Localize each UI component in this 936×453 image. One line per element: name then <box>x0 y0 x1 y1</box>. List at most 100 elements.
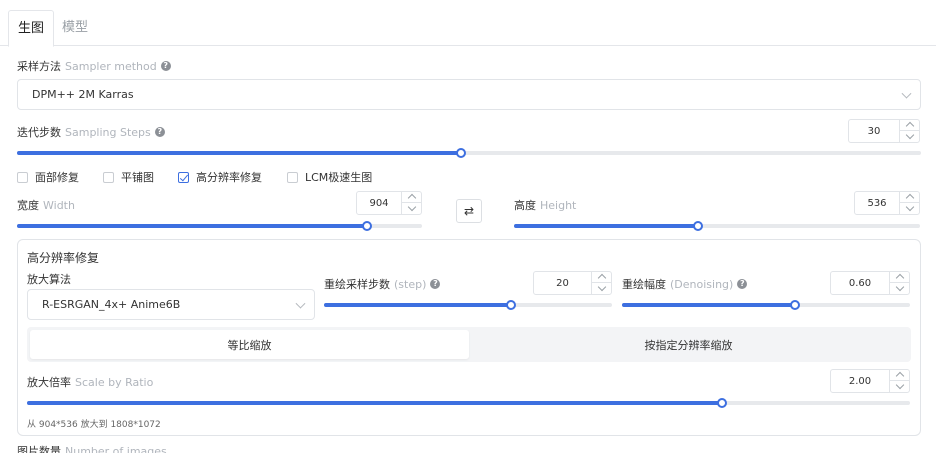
batch-label-zh: 图片数量 <box>17 445 61 453</box>
checkbox-label: 面部修复 <box>35 171 79 184</box>
sampler-select[interactable]: DPM++ 2M Karras <box>17 79 921 110</box>
scale-mode-toggle: 等比缩放 按指定分辨率缩放 <box>27 327 911 362</box>
denoising-label: 重绘幅度 (Denoising) ? <box>622 276 748 292</box>
slider-fill <box>17 151 461 155</box>
hires-steps-label-zh: 重绘采样步数 <box>324 278 390 291</box>
height-value: 536 <box>867 197 887 209</box>
checkbox-hires-fix[interactable]: 高分辨率修复 <box>178 169 262 185</box>
tab-bar: 生图 模型 <box>0 0 936 47</box>
width-value: 904 <box>369 197 389 209</box>
hires-steps-slider[interactable] <box>324 300 612 310</box>
denoising-value: 0.60 <box>848 277 872 289</box>
height-label-zh: 高度 <box>514 199 536 212</box>
chevron-down-icon <box>901 88 912 99</box>
scale-number-input[interactable]: 2.00 <box>830 369 910 393</box>
hires-steps-spinner <box>591 272 611 294</box>
slider-thumb[interactable] <box>716 398 727 408</box>
steps-label-en: Sampling Steps <box>65 125 151 139</box>
help-icon[interactable]: ? <box>430 279 441 289</box>
tab-scale-to-resolution[interactable]: 按指定分辨率缩放 <box>469 330 908 359</box>
upscaler-value: R-ESRGAN_4x+ Anime6B <box>42 298 181 311</box>
tab-model[interactable]: 模型 <box>53 10 97 46</box>
help-icon[interactable]: ? <box>154 127 165 137</box>
swap-arrows-icon: ⇄ <box>463 204 475 218</box>
hires-steps-value: 20 <box>556 277 569 289</box>
steps-slider[interactable] <box>17 148 921 158</box>
upscale-result-note: 从 904*536 放大到 1808*1072 <box>27 420 161 430</box>
steps-spinner <box>899 120 919 142</box>
chevron-down-icon <box>295 298 306 309</box>
spin-down-icon[interactable] <box>402 203 421 214</box>
checkbox-box[interactable] <box>17 171 28 183</box>
checkbox-label: LCM极速生图 <box>305 171 373 184</box>
height-slider[interactable] <box>514 221 920 231</box>
height-number-input[interactable]: 536 <box>854 191 920 215</box>
width-label: 宽度 Width <box>17 197 75 213</box>
hires-steps-label-en: (step) <box>394 277 427 291</box>
hires-title-text: 高分辨率修复 <box>27 251 100 265</box>
height-label: 高度 Height <box>514 197 576 213</box>
checkbox-label: 平铺图 <box>121 171 154 184</box>
scale-slider[interactable] <box>27 398 910 408</box>
steps-number-input[interactable]: 30 <box>848 119 920 143</box>
slider-fill <box>17 224 367 228</box>
height-spinner <box>899 192 919 214</box>
spin-down-icon[interactable] <box>592 283 611 294</box>
tab-scale-by-ratio[interactable]: 等比缩放 <box>30 330 469 359</box>
slider-thumb[interactable] <box>692 221 703 231</box>
checkbox-box[interactable] <box>287 171 298 183</box>
sampler-label-en: Sampler method <box>65 59 157 73</box>
upscaler-label: 放大算法 <box>27 271 71 287</box>
slider-thumb[interactable] <box>455 148 466 158</box>
spin-down-icon[interactable] <box>890 381 909 392</box>
checkbox-lcm[interactable]: LCM极速生图 <box>287 169 372 185</box>
denoising-slider[interactable] <box>622 300 910 310</box>
sampler-label: 采样方法 Sampler method ? <box>17 58 171 74</box>
scale-spinner <box>889 370 909 392</box>
width-number-input[interactable]: 904 <box>356 191 422 215</box>
scale-label: 放大倍率 Scale by Ratio <box>27 374 153 390</box>
slider-fill <box>27 401 722 405</box>
sampler-value: DPM++ 2M Karras <box>32 88 134 101</box>
steps-value: 30 <box>867 125 881 137</box>
denoising-number-input[interactable]: 0.60 <box>830 271 910 295</box>
width-label-zh: 宽度 <box>17 199 39 212</box>
batch-count-label: 图片数量 Number of images <box>17 443 167 453</box>
slider-thumb[interactable] <box>789 300 800 310</box>
slider-fill <box>622 303 795 307</box>
slider-fill <box>324 303 512 307</box>
upscaler-label-zh: 放大算法 <box>27 273 71 286</box>
slider-thumb[interactable] <box>361 221 372 231</box>
width-spinner <box>401 192 421 214</box>
help-icon[interactable]: ? <box>737 279 748 289</box>
hires-steps-number-input[interactable]: 20 <box>533 271 612 295</box>
swap-dimensions-button[interactable]: ⇄ <box>456 199 482 223</box>
denoising-label-zh: 重绘幅度 <box>622 278 666 291</box>
checkbox-box[interactable] <box>178 171 189 183</box>
spin-down-icon[interactable] <box>900 131 919 142</box>
checkbox-box[interactable] <box>103 171 114 183</box>
spin-down-icon[interactable] <box>890 283 909 294</box>
checkbox-face-restore[interactable]: 面部修复 <box>17 169 79 185</box>
checkbox-tiling[interactable]: 平铺图 <box>103 169 154 185</box>
spin-down-icon[interactable] <box>900 203 919 214</box>
upscaler-select[interactable]: R-ESRGAN_4x+ Anime6B <box>27 289 315 320</box>
scale-label-en: Scale by Ratio <box>75 375 154 389</box>
scale-label-zh: 放大倍率 <box>27 376 71 389</box>
width-label-en: Width <box>43 198 75 212</box>
steps-label-zh: 迭代步数 <box>17 126 61 139</box>
hires-panel-title: 高分辨率修复 <box>27 249 99 266</box>
sampler-label-zh: 采样方法 <box>17 60 61 73</box>
width-slider[interactable] <box>17 221 422 231</box>
denoising-label-en: (Denoising) <box>670 277 734 291</box>
denoising-spinner <box>889 272 909 294</box>
tab-generate[interactable]: 生图 <box>8 10 55 47</box>
height-label-en: Height <box>540 198 577 212</box>
checkbox-label: 高分辨率修复 <box>196 171 262 184</box>
steps-label: 迭代步数 Sampling Steps ? <box>17 124 165 140</box>
batch-label-en: Number of images <box>65 444 167 453</box>
help-icon[interactable]: ? <box>160 61 171 71</box>
hires-steps-label: 重绘采样步数 (step) ? <box>324 276 441 292</box>
scale-value: 2.00 <box>848 375 872 387</box>
slider-fill <box>514 224 698 228</box>
